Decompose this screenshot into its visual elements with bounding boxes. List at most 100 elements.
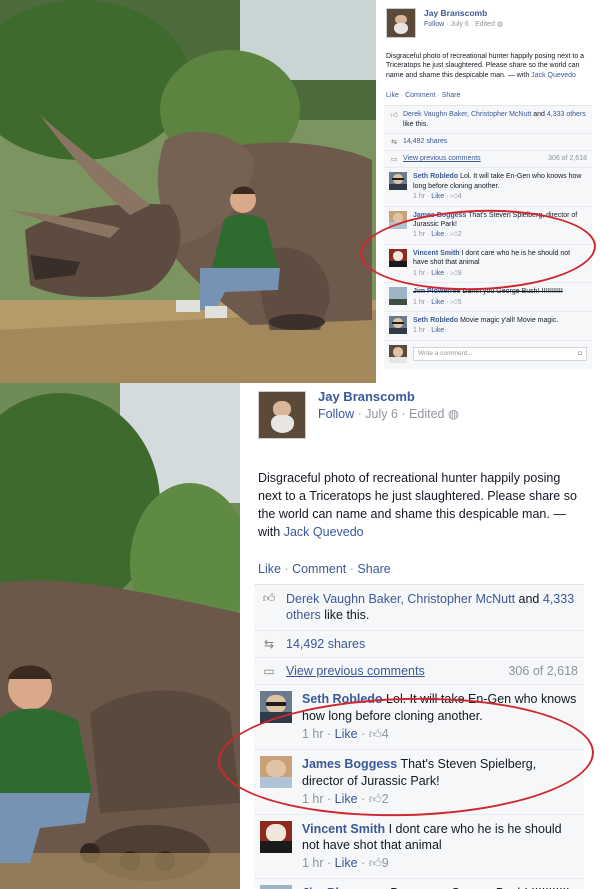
post-meta: Follow · July 6 · Edited ◍ [424, 20, 503, 28]
comment-meta: 1 hr · Like · 👍︎9 [302, 856, 389, 871]
commenter-avatar[interactable] [389, 210, 407, 229]
action-separator: · [349, 561, 354, 576]
view-previous-row: ▭ View previous comments 306 of 2,618 [384, 151, 592, 169]
comment-time[interactable]: 1 hr [302, 727, 324, 741]
comment-like-count[interactable]: 9 [382, 856, 389, 870]
commenter-name[interactable]: Seth Robledo [302, 692, 383, 706]
thumbs-up-icon: 👍︎ [450, 269, 458, 277]
likes-suffix: like this. [403, 120, 429, 128]
comment-action[interactable]: Comment [292, 562, 346, 576]
globe-icon: ◍ [496, 21, 503, 28]
comment: Vincent Smith I dont care who he is he s… [384, 245, 592, 284]
commenter-avatar[interactable] [260, 691, 292, 724]
share-action[interactable]: Share [442, 92, 461, 99]
like-action[interactable]: Like [386, 92, 399, 99]
share-action[interactable]: Share [357, 562, 390, 576]
commenter-name[interactable]: James Boggess [413, 212, 466, 219]
comment-action[interactable]: Comment [405, 92, 435, 99]
commenter-avatar[interactable] [260, 755, 292, 788]
post-date[interactable]: July 6 [450, 21, 468, 28]
comment-like-count[interactable]: 4 [382, 727, 389, 741]
commenter-name[interactable]: Seth Robledo [413, 317, 458, 324]
commenter-name[interactable]: Seth Robledo [413, 173, 458, 180]
comment-count: 306 of 2,618 [548, 155, 587, 163]
comment-meta: 1 hr · Like · 👍︎5 [413, 298, 462, 306]
commenter-avatar[interactable] [389, 172, 407, 191]
comment: James Boggess That's Steven Spielberg, d… [384, 207, 592, 245]
comment: Vincent Smith I dont care who he is he s… [254, 815, 584, 880]
comment: James Boggess That's Steven Spielberg, d… [254, 750, 584, 815]
comment-input[interactable]: Write a comment... ◘ [413, 346, 587, 361]
comment-time[interactable]: 1 hr [413, 299, 425, 306]
view-previous-comments-link[interactable]: View previous comments [286, 664, 425, 678]
like-action[interactable]: Like [258, 562, 281, 576]
triceratops-photo [0, 0, 376, 383]
comment-like-count[interactable]: 5 [458, 299, 462, 306]
thumbs-up-icon: 👍︎ [450, 298, 458, 306]
author-name[interactable]: Jay Branscomb [318, 389, 459, 404]
camera-icon[interactable]: ◘ [578, 350, 582, 358]
comment-like-link[interactable]: Like [335, 792, 358, 806]
comment-like-link[interactable]: Like [431, 231, 444, 238]
thumbs-up-icon: 👍︎ [368, 727, 382, 741]
author-name[interactable]: Jay Branscomb [424, 8, 503, 18]
comment-like-link[interactable]: Like [431, 270, 444, 277]
edited-label[interactable]: Edited [409, 407, 444, 421]
follow-link[interactable]: Follow [318, 407, 354, 421]
comment-body: Vincent Smith I dont care who he is he s… [413, 249, 587, 278]
edited-label[interactable]: Edited [475, 21, 495, 28]
comment-body: Seth Robledo Movie magic y'all! Movie ma… [413, 316, 587, 336]
post-date[interactable]: July 6 [365, 407, 398, 421]
comment-text: Movie magic y'all! Movie magic. [460, 317, 559, 324]
comment-like-count[interactable]: 4 [458, 193, 462, 200]
author-avatar[interactable] [386, 8, 416, 38]
commenter-name[interactable]: James Boggess [302, 757, 397, 771]
shares-link[interactable]: 14,492 shares [286, 637, 365, 651]
post-actions: Like · Comment · Share [258, 562, 580, 576]
comment-like-count[interactable]: 2 [458, 231, 462, 238]
comment-time[interactable]: 1 hr [413, 231, 425, 238]
commenter-avatar[interactable] [260, 885, 292, 889]
comment-time[interactable]: 1 hr [413, 270, 425, 277]
share-icon: ⇆ [263, 637, 275, 652]
thumbs-up-icon: 👍︎ [390, 112, 398, 120]
commenter-avatar[interactable] [389, 287, 407, 306]
comment-time[interactable]: 1 hr [413, 193, 425, 200]
comment-like-link[interactable]: Like [431, 193, 444, 200]
commenter-name[interactable]: Jim Plowerree [413, 288, 460, 295]
comment-like-link[interactable]: Like [335, 856, 358, 870]
comment-like-count[interactable]: 2 [382, 792, 389, 806]
likes-and: and [518, 591, 540, 606]
likers-link[interactable]: Derek Vaughn Baker, Christopher McNutt [286, 592, 515, 606]
comment-time[interactable]: 1 hr [302, 856, 324, 870]
globe-icon: ◍ [447, 407, 459, 421]
post-header: Jay Branscomb Follow · July 6 · Edited ◍ [258, 389, 580, 439]
view-previous-comments-link[interactable]: View previous comments [403, 155, 481, 162]
shares-link[interactable]: 14,492 shares [403, 138, 447, 145]
likers-link[interactable]: Derek Vaughn Baker, Christopher McNutt [403, 111, 531, 118]
tagged-person-link[interactable]: Jack Quevedo [531, 72, 576, 79]
comment-like-link[interactable]: Like [335, 727, 358, 741]
likes-and: and [533, 111, 545, 119]
follow-link[interactable]: Follow [424, 21, 444, 28]
comment-like-link[interactable]: Like [431, 299, 444, 306]
share-icon: ⇆ [391, 139, 397, 147]
viewer-avatar [389, 344, 407, 363]
commenter-avatar[interactable] [389, 316, 407, 334]
author-avatar[interactable] [258, 391, 306, 439]
other-likers-link[interactable]: 4,333 others [547, 111, 586, 118]
write-comment-row: Write a comment... ◘ [384, 341, 592, 369]
comment-like-count[interactable]: 9 [458, 270, 462, 277]
comment-meta: 1 hr · Like · 👍︎4 [302, 727, 389, 741]
thumbs-up-icon: 👍︎ [368, 791, 382, 806]
post-meta: Follow · July 6 · Edited ◍ [318, 406, 459, 421]
comment-like-link[interactable]: Like [431, 327, 444, 334]
commenter-avatar[interactable] [389, 248, 407, 267]
commenter-name[interactable]: Vincent Smith [302, 822, 385, 836]
tagged-person-link[interactable]: Jack Quevedo [284, 525, 364, 539]
commenter-name[interactable]: Vincent Smith [413, 250, 460, 257]
commenter-avatar[interactable] [260, 820, 292, 853]
comment-time[interactable]: 1 hr [302, 792, 324, 806]
post-header: Jay Branscomb Follow · July 6 · Edited ◍ [386, 8, 590, 38]
comment-time[interactable]: 1 hr [413, 327, 425, 334]
